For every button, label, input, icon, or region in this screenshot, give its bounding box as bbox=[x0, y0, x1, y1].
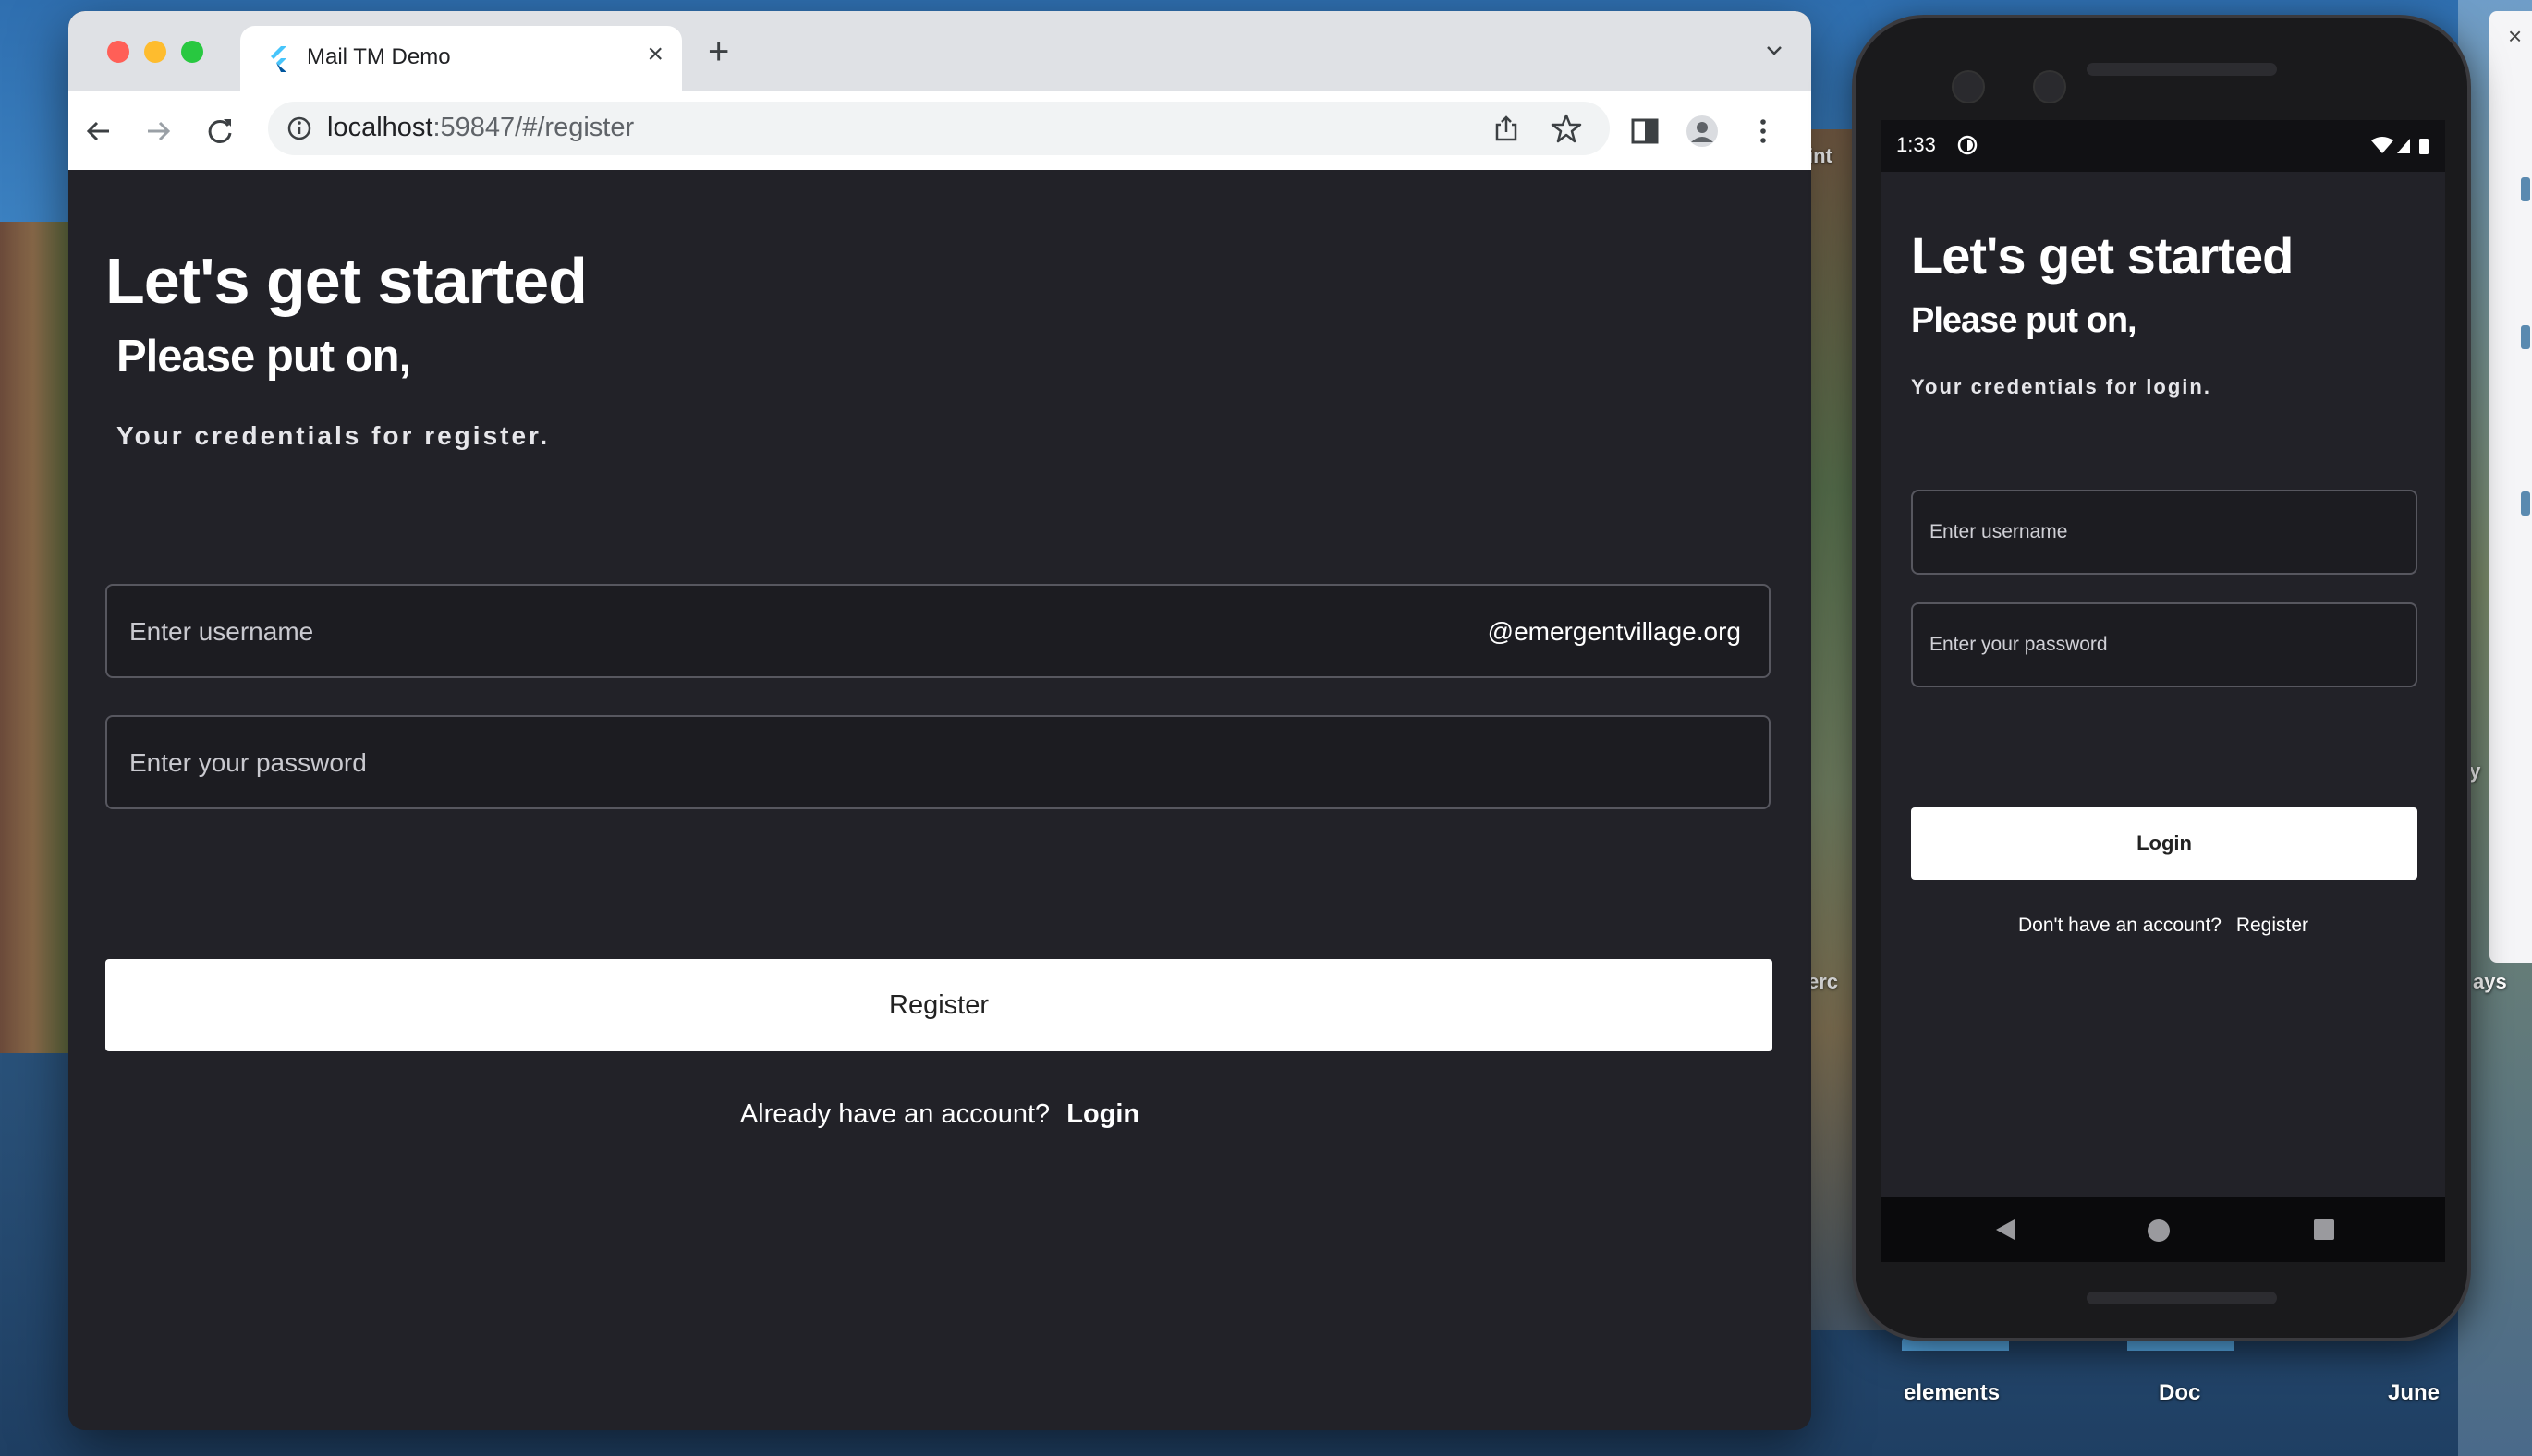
close-icon[interactable]: × bbox=[2508, 22, 2522, 51]
phone-password-input[interactable]: Enter your password bbox=[1911, 602, 2417, 687]
phone-password-placeholder: Enter your password bbox=[1929, 634, 2108, 655]
tab-close-icon[interactable]: × bbox=[647, 39, 663, 70]
domain-suffix: @emergentvillage.org bbox=[1487, 617, 1741, 646]
camera-icon bbox=[1952, 70, 1985, 103]
username-placeholder: Enter username bbox=[129, 617, 314, 646]
desktop-icon-elements[interactable]: elements bbox=[1904, 1380, 2000, 1406]
android-nav-bar bbox=[1881, 1197, 2445, 1262]
browser-window: Mail TM Demo × + localhost:59847/#/regis… bbox=[68, 11, 1811, 1430]
back-arrow-icon[interactable] bbox=[81, 115, 115, 148]
nav-home-icon[interactable] bbox=[2148, 1219, 2170, 1242]
password-placeholder: Enter your password bbox=[129, 748, 367, 777]
earpiece-speaker bbox=[2087, 63, 2277, 76]
desktop-icon-june[interactable]: June bbox=[2388, 1380, 2440, 1406]
reload-icon[interactable] bbox=[203, 115, 237, 148]
phone-register-prompt-text: Don't have an account? bbox=[2017, 915, 2222, 936]
browser-toolbar: localhost:59847/#/register bbox=[68, 91, 1811, 171]
partial-label-3: ays bbox=[2473, 970, 2507, 993]
profile-avatar-icon[interactable] bbox=[1686, 115, 1719, 148]
bottom-speaker bbox=[2087, 1292, 2277, 1304]
browser-tab-active[interactable]: Mail TM Demo × bbox=[240, 26, 682, 91]
info-icon[interactable] bbox=[286, 115, 312, 141]
window-zoom-button[interactable] bbox=[181, 41, 203, 63]
toolbar-icon[interactable] bbox=[2521, 325, 2530, 349]
share-icon[interactable] bbox=[1491, 114, 1521, 143]
partial-label-2: erc bbox=[1808, 970, 1839, 993]
phone-register-link[interactable]: Register bbox=[2236, 915, 2308, 936]
web-page-content: Let's get started Please put on, Your cr… bbox=[68, 170, 1811, 1430]
new-tab-button[interactable]: + bbox=[708, 33, 729, 70]
phone-page-caption: Your credentials for login. bbox=[1911, 375, 2211, 398]
window-close-button[interactable] bbox=[107, 41, 129, 63]
android-emulator: 1:33 Let's get started Please put on, Yo… bbox=[1852, 15, 2471, 1341]
address-bar[interactable]: localhost:59847/#/register bbox=[268, 102, 1610, 155]
sensor-icon bbox=[2033, 70, 2066, 103]
toolbar-icon[interactable] bbox=[2521, 177, 2530, 201]
status-time: 1:33 bbox=[1896, 133, 1936, 156]
wifi-icon bbox=[2371, 137, 2393, 153]
phone-username-input[interactable]: Enter username bbox=[1911, 490, 2417, 575]
password-input[interactable]: Enter your password bbox=[105, 715, 1771, 809]
bookmark-star-icon[interactable] bbox=[1551, 113, 1582, 144]
username-input[interactable]: Enter username @emergentvillage.org bbox=[105, 584, 1771, 678]
page-title: Let's get started bbox=[105, 245, 588, 317]
battery-icon bbox=[2419, 139, 2429, 154]
login-link[interactable]: Login bbox=[1066, 1099, 1139, 1129]
flutter-icon bbox=[271, 46, 286, 72]
nav-recents-icon[interactable] bbox=[2314, 1219, 2334, 1240]
url-path: :59847/#/register bbox=[432, 113, 635, 142]
data-saver-icon bbox=[1957, 135, 1978, 155]
nav-back-icon[interactable] bbox=[1994, 1218, 2016, 1242]
phone-page-title: Let's get started bbox=[1911, 226, 2294, 285]
url-host: localhost bbox=[327, 113, 433, 142]
status-icons bbox=[2371, 137, 2429, 154]
tab-search-chevron-icon[interactable] bbox=[1765, 41, 1783, 59]
signal-icon bbox=[2397, 139, 2410, 153]
tab-title: Mail TM Demo bbox=[307, 44, 451, 69]
url-text: localhost:59847/#/register bbox=[327, 113, 634, 143]
page-subtitle: Please put on, bbox=[116, 332, 411, 382]
kebab-menu-icon[interactable] bbox=[1747, 115, 1780, 148]
phone-screen: 1:33 Let's get started Please put on, Yo… bbox=[1881, 120, 2445, 1262]
phone-login-button[interactable]: Login bbox=[1911, 807, 2417, 880]
tab-strip: Mail TM Demo × + bbox=[68, 11, 1811, 91]
phone-page-subtitle: Please put on, bbox=[1911, 301, 2137, 340]
partial-label-1: int bbox=[1808, 144, 1832, 167]
background-window-sliver: × bbox=[2489, 11, 2532, 963]
status-bar: 1:33 bbox=[1881, 120, 2445, 172]
side-panel-icon[interactable] bbox=[1628, 115, 1662, 148]
forward-arrow-icon[interactable] bbox=[142, 115, 176, 148]
phone-register-prompt: Don't have an account? Register bbox=[1881, 915, 2445, 937]
desktop-icon-doc[interactable]: Doc bbox=[2159, 1380, 2200, 1406]
login-prompt-text: Already have an account? bbox=[739, 1099, 1051, 1129]
toolbar-icon[interactable] bbox=[2521, 491, 2530, 516]
page-caption: Your credentials for register. bbox=[116, 421, 551, 450]
phone-username-placeholder: Enter username bbox=[1929, 521, 2068, 542]
window-minimize-button[interactable] bbox=[144, 41, 166, 63]
login-prompt: Already have an account? Login bbox=[68, 1099, 1811, 1130]
register-button[interactable]: Register bbox=[105, 959, 1772, 1051]
